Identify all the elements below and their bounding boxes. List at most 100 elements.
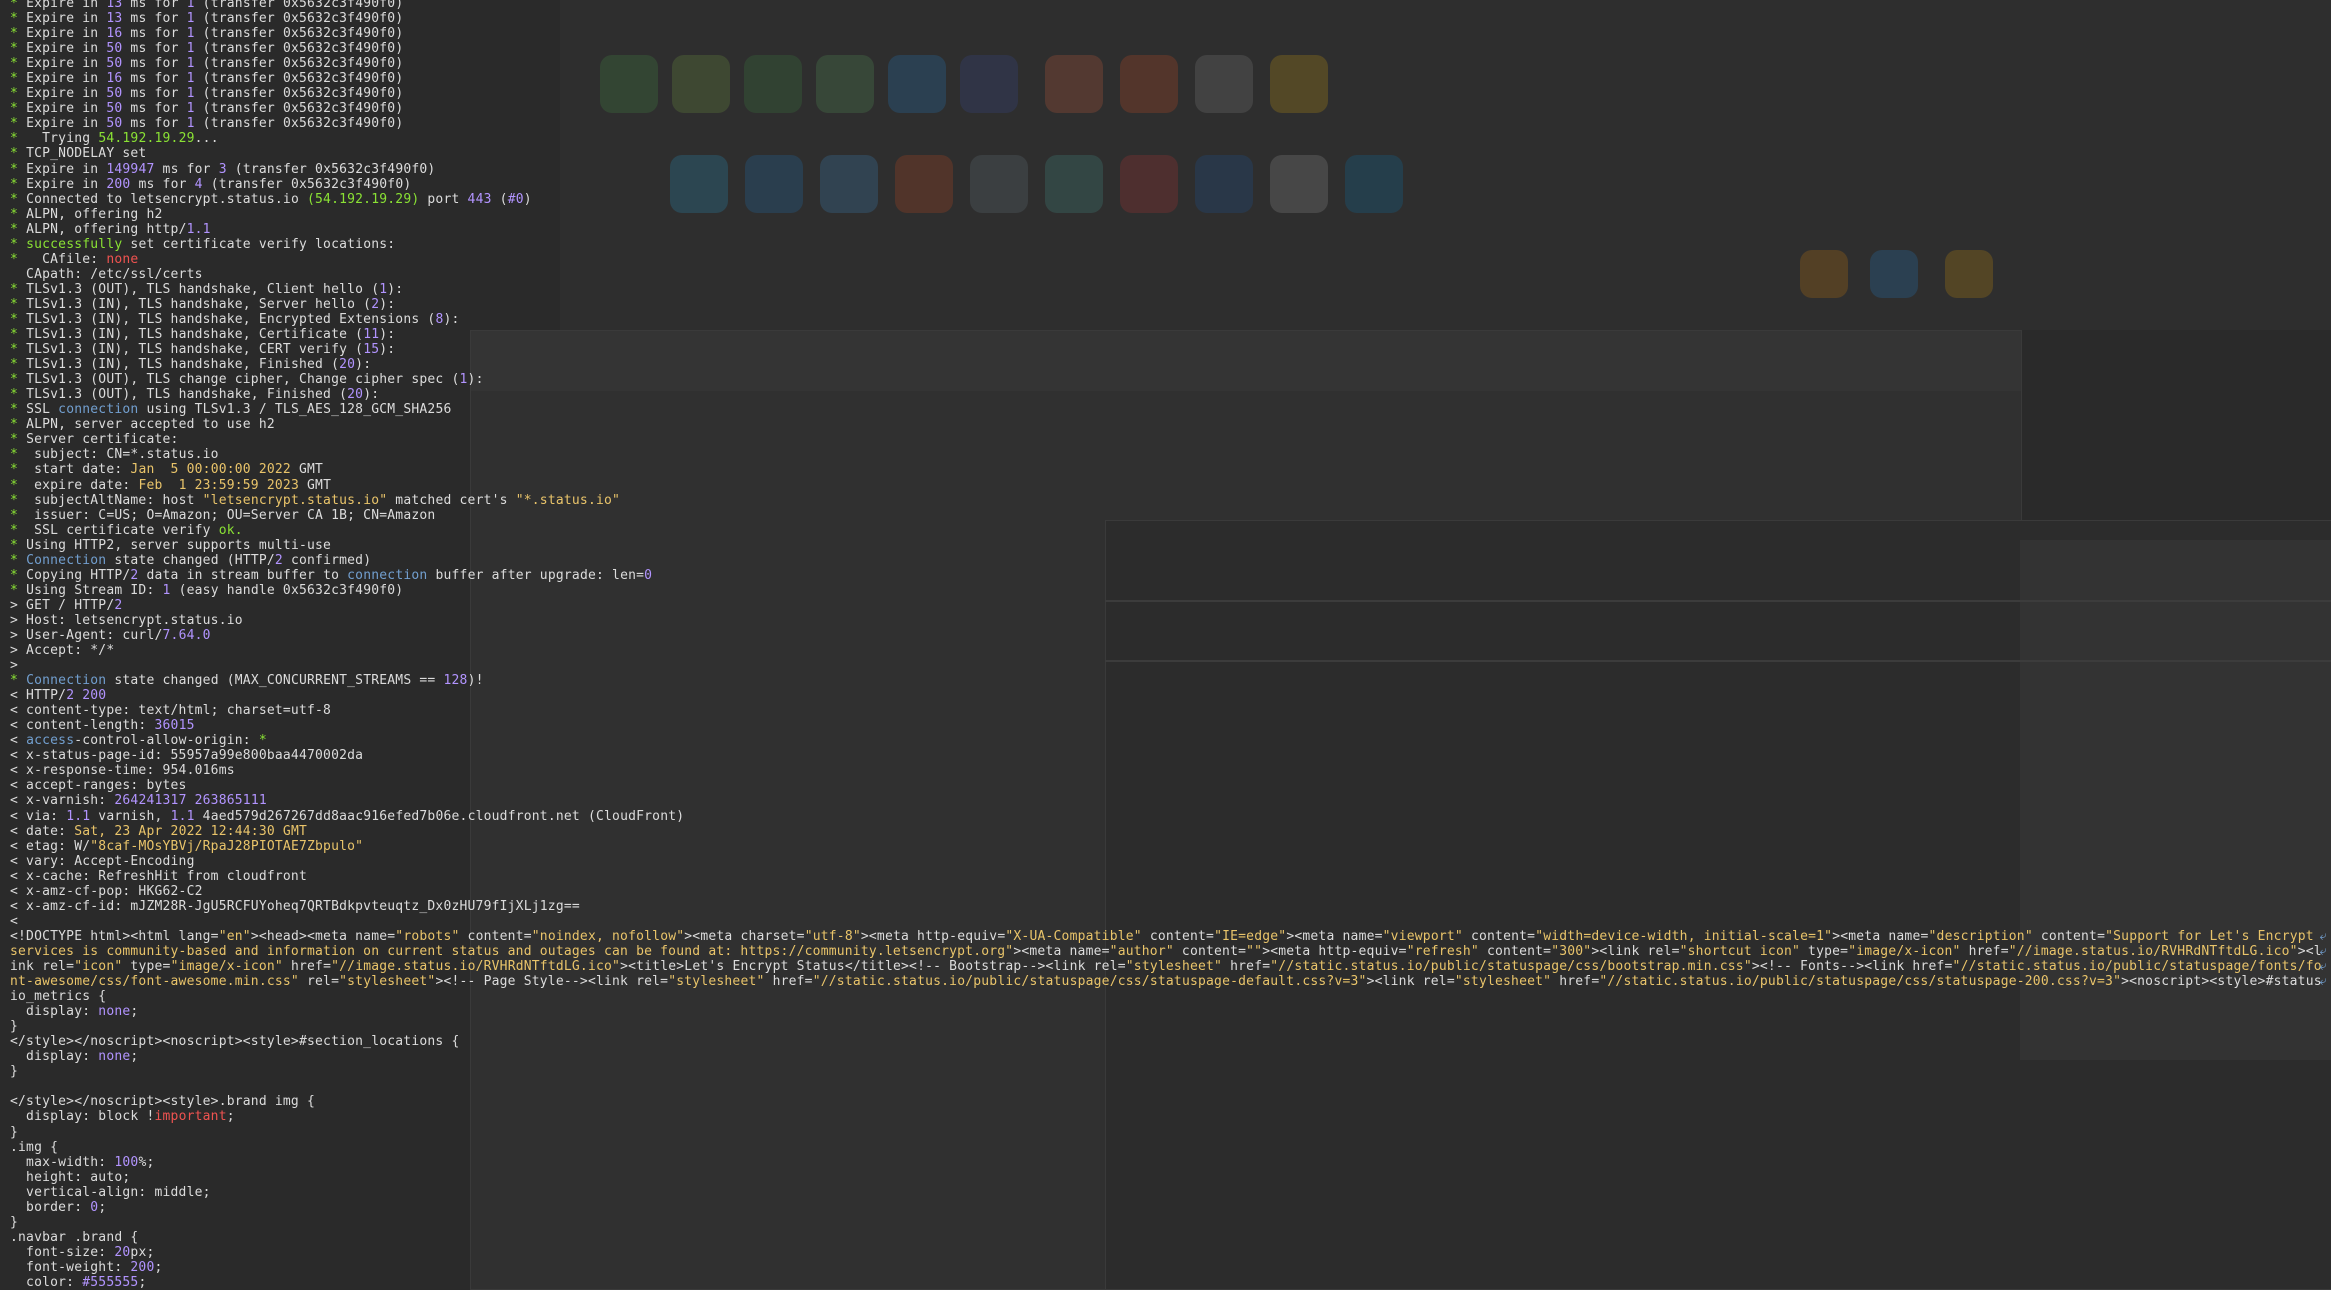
terminal-line: * ALPN, server accepted to use h2 <box>0 417 2331 432</box>
terminal-line: * CAfile: none <box>0 252 2331 267</box>
terminal-text: < accept-ranges: bytes <box>10 778 187 794</box>
terminal-text: 4 <box>194 176 203 192</box>
terminal-text: 1.1 <box>170 808 195 824</box>
terminal-text: TLSv1.3 (IN), TLS handshake, Certificate… <box>26 327 364 343</box>
terminal-text: max-width: <box>10 1154 115 1170</box>
terminal-text: 264241317 263865111 <box>114 793 267 809</box>
terminal-text: ><l <box>2297 943 2322 959</box>
terminal-text: connection <box>58 402 139 418</box>
terminal-line: < x-varnish: 264241317 263865111 <box>0 793 2331 808</box>
terminal-text: 1 <box>162 582 171 598</box>
terminal-text: ms for <box>122 11 187 27</box>
terminal-text: none <box>98 1004 131 1020</box>
terminal-line: display: none; <box>0 1049 2331 1064</box>
terminal-text: "letsencrypt.status.io" <box>202 492 388 508</box>
terminal-text: "description" <box>1928 928 2033 944</box>
terminal-line: > GET / HTTP/2 <box>0 598 2331 613</box>
terminal-text: SSL certificate verify <box>26 522 219 538</box>
terminal-text: CAfile: <box>26 251 107 267</box>
terminal-line: * SSL connection using TLSv1.3 / TLS_AES… <box>0 402 2331 417</box>
terminal-text: * <box>10 402 27 418</box>
terminal-text: 50 <box>106 86 123 102</box>
terminal-text: (transfer 0x5632c3f490f0) <box>194 11 404 27</box>
terminal-text: "viewport" <box>1382 928 1463 944</box>
terminal-text: confirmed) <box>282 552 372 568</box>
terminal-text: href= <box>1551 974 1600 990</box>
terminal-text: height: auto; <box>10 1169 131 1185</box>
terminal-text: * <box>10 522 27 538</box>
terminal-text: < <box>10 913 19 929</box>
terminal-text: </style></noscript><noscript><style>#sec… <box>10 1034 460 1050</box>
terminal-text: 200 <box>106 176 131 192</box>
terminal-line: display: block !important; <box>0 1109 2331 1124</box>
terminal-line: < vary: Accept-Encoding <box>0 854 2331 869</box>
terminal-line: max-width: 100%; <box>0 1155 2331 1170</box>
terminal-line: * successfully set certificate verify lo… <box>0 237 2331 252</box>
terminal-text: SSL <box>26 402 59 418</box>
terminal-text: ><title>Let's Encrypt Status</title><!--… <box>620 959 1126 974</box>
terminal-text: 4aed579d267267dd8aac916efed7b06e.cloudfr… <box>194 808 685 824</box>
terminal-line: vertical-align: middle; <box>0 1185 2331 1200</box>
terminal-text: * <box>10 552 27 568</box>
terminal-text: 11 <box>363 327 380 343</box>
terminal-text: Jan 5 00:00:00 2022 <box>130 462 291 478</box>
terminal-line: < x-cache: RefreshHit from cloudfront <box>0 869 2331 884</box>
terminal-output[interactable]: * Expire in 13 ms for 1 (transfer 0x5632… <box>0 0 2331 1288</box>
terminal-text: GMT <box>298 477 332 493</box>
terminal-text: TLSv1.3 (IN), TLS handshake, Finished ( <box>26 357 340 373</box>
terminal-text: "X-UA-Compatible" <box>1005 928 1142 944</box>
terminal-text: ms for <box>122 41 187 57</box>
terminal-text: 1 <box>186 41 195 57</box>
terminal-text: < x-amz-cf-id: mJZM28R-JgU5RCFUYoheq7QRT… <box>10 898 580 914</box>
terminal-text: content= <box>1462 928 1536 944</box>
terminal-text: ><meta http-equiv= <box>860 928 1006 944</box>
terminal-text: data in stream buffer to <box>138 567 348 583</box>
terminal-text: * <box>10 221 27 237</box>
terminal-text: * <box>10 26 27 42</box>
terminal-text: 1 <box>186 116 195 132</box>
terminal-text: * <box>10 537 27 553</box>
terminal-text: -control-allow-origin: <box>74 733 259 749</box>
terminal-line: * Expire in 13 ms for 1 (transfer 0x5632… <box>0 0 2331 11</box>
terminal-text: ): <box>379 342 396 358</box>
terminal-text: href= <box>1960 943 2009 959</box>
terminal-text: ALPN, offering http/ <box>26 221 187 237</box>
terminal-text: 50 <box>106 56 123 72</box>
terminal-text: successfully <box>26 236 123 252</box>
terminal-text: * <box>10 296 27 312</box>
terminal-text: Trying <box>26 131 99 147</box>
terminal-text: vertical-align: middle; <box>10 1184 211 1200</box>
terminal-text: < via: <box>10 808 67 824</box>
terminal-text: (transfer 0x5632c3f490f0) <box>194 0 404 11</box>
terminal-text: rel= <box>298 974 340 990</box>
terminal-line: ink rel="icon" type="image/x-icon" href=… <box>0 959 2331 974</box>
terminal-text: font-weight: <box>10 1259 131 1275</box>
terminal-text: * <box>10 281 27 297</box>
terminal-text: 15 <box>363 342 380 358</box>
terminal-text: ; <box>226 1109 235 1125</box>
terminal-line: color: #555555; <box>0 1275 2331 1288</box>
terminal-line: * Trying 54.192.19.29... <box>0 131 2331 146</box>
terminal-line: * Expire in 50 ms for 1 (transfer 0x5632… <box>0 101 2331 116</box>
terminal-text: "//static.status.io/public/statuspage/cs… <box>1270 959 1752 974</box>
terminal-text: "Support for Let's Encrypt <box>2105 928 2314 944</box>
terminal-text: 1 <box>459 372 468 388</box>
terminal-text: * <box>10 342 27 358</box>
terminal-line: < etag: W/"8caf-MOsYBVj/RpaJ28PIOTAE7Zbp… <box>0 839 2331 854</box>
terminal-line: nt-awesome/css/font-awesome.min.css" rel… <box>0 974 2331 989</box>
terminal-text: TLSv1.3 (IN), TLS handshake, Server hell… <box>26 296 372 312</box>
terminal-line: < x-status-page-id: 55957a99e800baa44700… <box>0 748 2331 763</box>
terminal-text: ms for <box>122 26 187 42</box>
terminal-line: * Expire in 13 ms for 1 (transfer 0x5632… <box>0 11 2331 26</box>
terminal-line: * Server certificate: <box>0 432 2331 447</box>
terminal-text: state changed (MAX_CONCURRENT_STREAMS == <box>106 673 444 689</box>
terminal-line: < access-control-allow-origin: * <box>0 733 2331 748</box>
terminal-text: 54.192.19.29 <box>98 131 195 147</box>
terminal-text: href= <box>764 974 813 990</box>
terminal-text: * <box>10 477 27 493</box>
terminal-text: content= <box>1141 928 1215 944</box>
terminal-line: .img { <box>0 1140 2331 1155</box>
terminal-text: 36015 <box>154 718 195 734</box>
terminal-text: 1 <box>186 86 195 102</box>
terminal-text: (transfer 0x5632c3f490f0) <box>194 86 404 102</box>
